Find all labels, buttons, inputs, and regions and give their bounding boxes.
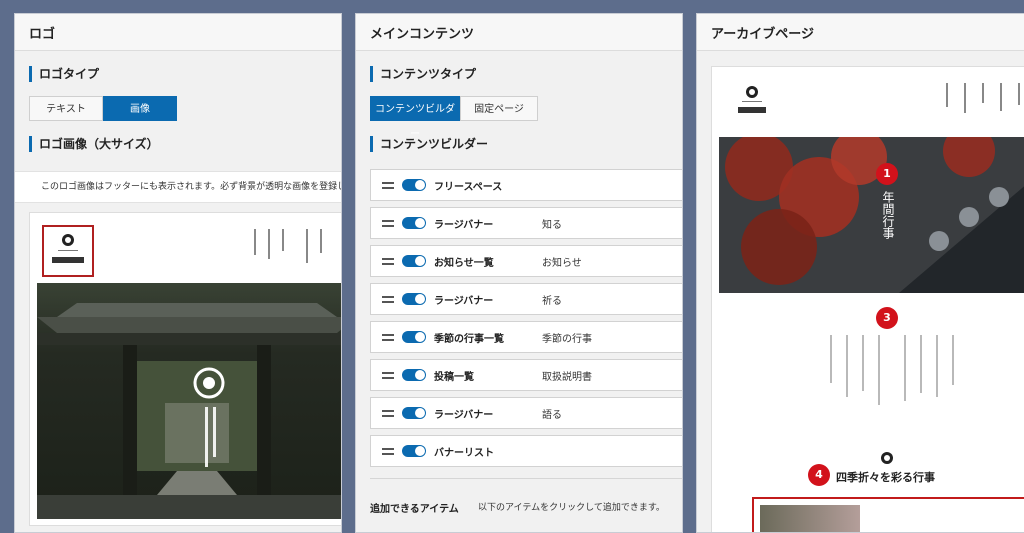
logo-panel: ロゴ ロゴタイプ テキスト 画像 ロゴ画像（大サイズ） このロゴ画像はフッターに…: [14, 13, 342, 533]
row-sub-label: 季節の行事: [542, 333, 592, 345]
event-thumbnail: [760, 505, 860, 532]
step-badge-3: 3: [876, 307, 898, 329]
logo-image-heading: ロゴ画像（大サイズ）: [29, 136, 159, 152]
row-label: 季節の行事一覧: [434, 333, 504, 345]
row-toggle[interactable]: [402, 445, 426, 457]
season-heading: 四季折々を彩る行事: [836, 471, 935, 484]
temple-logo-icon: [738, 86, 766, 113]
drag-handle-icon[interactable]: [382, 445, 394, 458]
content-builder-button[interactable]: コンテンツビルダー: [370, 96, 460, 140]
temple-gate-photo: [37, 283, 341, 519]
step-badge-4: 4: [808, 464, 830, 486]
logo-type-heading: ロゴタイプ: [29, 66, 99, 82]
addable-items-hint: 以下のアイテムをクリックして追加できます。: [478, 503, 665, 513]
logo-type-toggle: テキスト 画像: [29, 96, 177, 121]
row-label: ラージバナー: [434, 219, 494, 231]
drag-handle-icon[interactable]: [382, 407, 394, 420]
row-label: お知らせ一覧: [434, 257, 494, 269]
content-type-toggle: コンテンツビルダー 固定ページ: [370, 96, 538, 140]
logo-image-note: このロゴ画像はフッターにも表示されます。必ず背景が透明な画像を登録してくだ: [15, 171, 341, 203]
site-nav-vertical-icon: [946, 83, 1020, 113]
hero-vertical-text: 年間行事: [881, 191, 895, 239]
row-sub-label: 知る: [542, 219, 562, 231]
row-toggle[interactable]: [402, 331, 426, 343]
logo-type-image-button[interactable]: 画像: [103, 96, 177, 121]
row-sub-label: 取扱説明書: [542, 371, 592, 383]
event-card-highlight[interactable]: [752, 497, 1024, 532]
drag-handle-icon[interactable]: [382, 217, 394, 230]
logo-preview-image[interactable]: [29, 212, 341, 526]
row-sub-label: お知らせ: [542, 257, 582, 269]
row-sub-label: 祈る: [542, 295, 562, 307]
row-sub-label: 語る: [542, 409, 562, 421]
archive-page-preview[interactable]: 1 年間行事 3 4 四季折々を彩る行事: [711, 66, 1024, 532]
drag-handle-icon[interactable]: [382, 179, 394, 192]
row-toggle[interactable]: [402, 217, 426, 229]
archive-panel: アーカイブページ 1 年間行事 3 4 四季折々を彩る行事: [696, 13, 1024, 533]
maple-hero-image: [719, 137, 1024, 293]
main-content-panel-title: メインコンテンツ: [356, 14, 682, 51]
row-label: ラージバナー: [434, 295, 494, 307]
archive-panel-title: アーカイブページ: [697, 14, 1024, 51]
row-toggle[interactable]: [402, 407, 426, 419]
drag-handle-icon[interactable]: [382, 369, 394, 382]
logo-panel-title: ロゴ: [15, 14, 341, 51]
site-nav-vertical-icon: [254, 229, 322, 263]
temple-logo-icon: [52, 234, 84, 263]
builder-row[interactable]: バナーリスト: [370, 435, 682, 467]
drag-handle-icon[interactable]: [382, 255, 394, 268]
row-label: 投稿一覧: [434, 371, 474, 383]
builder-row[interactable]: 季節の行事一覧 季節の行事: [370, 321, 682, 353]
logo-type-text-button[interactable]: テキスト: [29, 96, 103, 121]
fixed-page-button[interactable]: 固定ページ: [460, 96, 538, 121]
row-toggle[interactable]: [402, 255, 426, 267]
builder-row[interactable]: ラージバナー 祈る: [370, 283, 682, 315]
builder-row[interactable]: 投稿一覧 取扱説明書: [370, 359, 682, 391]
main-content-panel: メインコンテンツ コンテンツタイプ コンテンツビルダー 固定ページ コンテンツビ…: [355, 13, 683, 533]
drag-handle-icon[interactable]: [382, 293, 394, 306]
step-badge-1: 1: [876, 163, 898, 185]
row-toggle[interactable]: [402, 369, 426, 381]
row-label: フリースペース: [434, 181, 503, 193]
drag-handle-icon[interactable]: [382, 331, 394, 344]
builder-row[interactable]: ラージバナー 語る: [370, 397, 682, 429]
content-type-heading: コンテンツタイプ: [370, 66, 476, 82]
row-label: バナーリスト: [434, 447, 494, 459]
logo-highlight-box: [42, 225, 94, 277]
row-toggle[interactable]: [402, 179, 426, 191]
row-toggle[interactable]: [402, 293, 426, 305]
builder-row[interactable]: ラージバナー 知る: [370, 207, 682, 239]
builder-row[interactable]: フリースペース: [370, 169, 682, 201]
content-builder-heading: コンテンツビルダー: [370, 136, 488, 152]
row-label: ラージバナー: [434, 409, 494, 421]
divider: [370, 478, 682, 479]
addable-items-heading: 追加できるアイテム: [370, 504, 459, 515]
crest-icon: [881, 452, 893, 464]
builder-row[interactable]: お知らせ一覧 お知らせ: [370, 245, 682, 277]
